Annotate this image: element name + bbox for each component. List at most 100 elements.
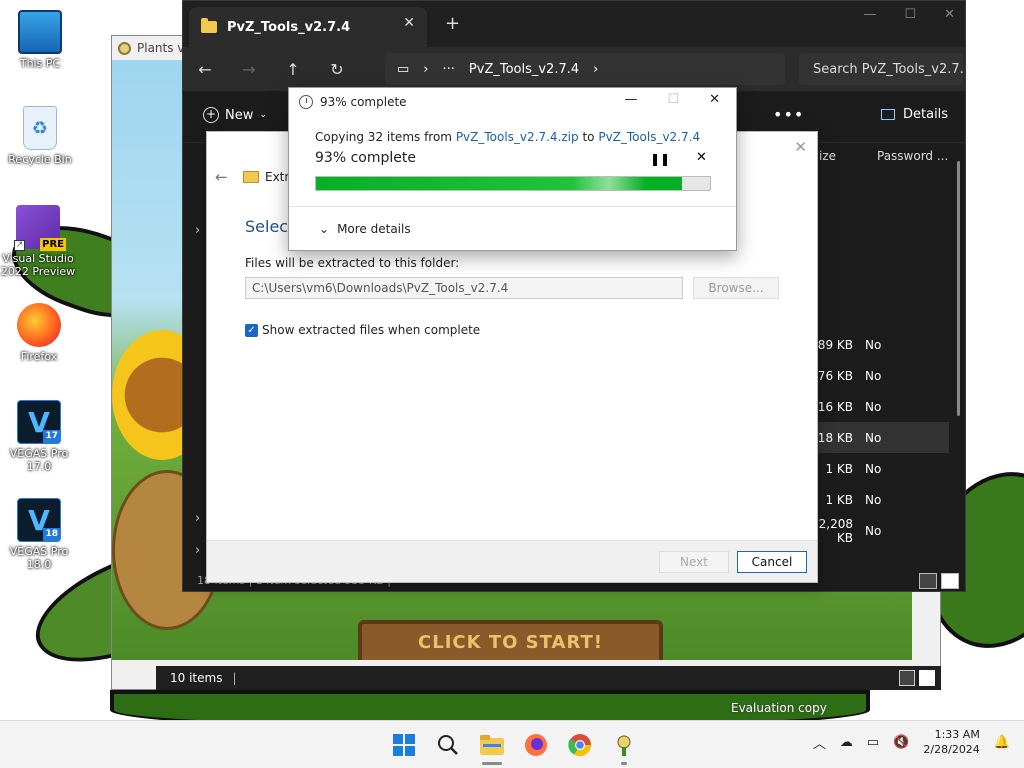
back-arrow-icon[interactable]: ← <box>215 168 228 186</box>
breadcrumb-ellipsis[interactable]: ··· <box>443 62 455 77</box>
file-row[interactable]: 16 KB No <box>803 391 949 422</box>
close-window-button[interactable]: ✕ <box>709 92 720 107</box>
destination-path-input[interactable]: C:\Users\vm6\Downloads\PvZ_Tools_v2.7.4 <box>245 277 683 299</box>
taskbar-clock[interactable]: 1:33 AM 2/28/2024 <box>923 727 979 757</box>
taskbar-firefox[interactable] <box>518 727 554 763</box>
back-arrow-icon[interactable]: ← <box>183 60 227 79</box>
maximize-button[interactable]: ☐ <box>904 7 916 22</box>
desktop-icon-vegas-17[interactable]: V 17 VEGAS Pro 17.0 <box>1 400 77 473</box>
chevron-up-icon[interactable]: ︿ <box>813 733 826 752</box>
new-button[interactable]: + New ⌄ <box>203 107 267 123</box>
network-off-icon[interactable]: ☁ <box>840 735 853 750</box>
vegas-icon: V 17 <box>17 400 61 444</box>
close-window-button[interactable]: ✕ <box>944 7 955 22</box>
copy-progress-dialog[interactable]: 93% complete — ☐ ✕ Copying 32 items from… <box>288 87 737 251</box>
column-password[interactable]: Password ... <box>877 149 948 167</box>
search-button[interactable] <box>430 727 466 763</box>
breadcrumb[interactable]: ▭ › ··· PvZ_Tools_v2.7.4 › <box>385 53 785 85</box>
plus-icon: + <box>203 107 219 123</box>
clock-date: 2/28/2024 <box>923 743 980 756</box>
desktop-icon-label: VEGAS Pro 17.0 <box>9 447 69 473</box>
progress-fill <box>316 177 683 190</box>
desktop-icon-label: Recycle Bin <box>8 153 72 166</box>
tab-bar: PvZ_Tools_v2.7.4 ✕ + — ☐ ✕ <box>183 1 965 47</box>
wizard-footer: Next Cancel <box>207 540 817 582</box>
status-separator: | <box>232 671 237 685</box>
desktop-icon-vegas-18[interactable]: V 18 VEGAS Pro 18.0 <box>1 498 77 571</box>
start-button[interactable] <box>386 727 422 763</box>
firefox-icon <box>525 734 547 756</box>
column-size[interactable]: ize <box>819 149 877 167</box>
close-icon[interactable]: ✕ <box>794 138 807 156</box>
tiles-view-button[interactable] <box>941 573 959 589</box>
file-row[interactable]: 176 KB No <box>803 360 949 391</box>
pvz-app-icon <box>617 735 631 756</box>
chevron-right-icon[interactable]: › <box>593 62 598 77</box>
destination-link[interactable]: PvZ_Tools_v2.7.4 <box>598 130 700 144</box>
file-row[interactable]: 1 KB No <box>803 453 949 484</box>
file-password: No <box>865 368 882 383</box>
progress-titlebar[interactable]: 93% complete — ☐ ✕ <box>289 88 736 116</box>
vegas-glyph: V <box>28 503 50 537</box>
close-tab-icon[interactable]: ✕ <box>403 15 415 31</box>
search-input[interactable]: Search PvZ_Tools_v2.7.4 <box>799 53 963 85</box>
tab-pvz-tools[interactable]: PvZ_Tools_v2.7.4 ✕ <box>189 7 427 47</box>
file-password: No <box>865 337 882 352</box>
cancel-button[interactable]: Cancel <box>737 551 807 573</box>
progress-title: 93% complete <box>320 95 407 109</box>
item-count: 10 items <box>170 671 223 685</box>
chevron-right-icon[interactable]: › <box>195 223 200 238</box>
maximize-button: ☐ <box>667 92 680 107</box>
file-row[interactable]: 318 KB No <box>803 422 949 453</box>
more-details-toggle[interactable]: ⌄ More details <box>319 222 411 236</box>
chevron-right-icon[interactable]: › <box>195 511 200 526</box>
minimize-button[interactable]: — <box>863 7 876 22</box>
browse-button[interactable]: Browse... <box>693 277 779 299</box>
desktop-icon-recycle-bin[interactable]: ♻ Recycle Bin <box>2 106 78 166</box>
next-button[interactable]: Next <box>659 551 729 573</box>
clock-time: 1:33 AM <box>934 728 980 741</box>
sunflower-icon <box>118 41 131 55</box>
forward-arrow-icon[interactable]: → <box>227 60 271 79</box>
zip-folder-icon <box>243 171 259 183</box>
file-row[interactable]: 1 KB No <box>803 484 949 515</box>
display-icon[interactable]: ▭ <box>867 735 879 750</box>
new-tab-button[interactable]: + <box>445 13 460 34</box>
progress-bar <box>315 176 711 191</box>
tiles-view-button[interactable] <box>919 670 935 686</box>
minimize-button[interactable]: — <box>624 92 637 107</box>
clock-icon <box>299 95 313 109</box>
details-pane-button[interactable]: Details <box>881 107 948 122</box>
pause-icon[interactable]: ❚❚ <box>650 152 670 166</box>
taskbar-pvz[interactable] <box>606 727 642 765</box>
scrollbar[interactable] <box>957 161 960 416</box>
preview-badge: PRE <box>40 238 66 251</box>
recycle-bin-icon: ♻ <box>23 106 57 150</box>
up-arrow-icon[interactable]: ↑ <box>271 60 315 79</box>
breadcrumb-current[interactable]: PvZ_Tools_v2.7.4 <box>469 62 579 77</box>
file-row[interactable]: 2,208 KB No <box>803 515 949 546</box>
click-to-start-sign[interactable]: CLICK TO START! <box>358 620 663 660</box>
chevron-right-icon[interactable]: › <box>195 543 200 558</box>
stop-icon[interactable]: ✕ <box>696 150 707 165</box>
checkmark-icon: ✓ <box>245 323 258 337</box>
chevron-down-icon: ⌄ <box>319 222 330 236</box>
file-row[interactable]: 789 KB No <box>803 329 949 360</box>
more-options-button[interactable]: ••• <box>773 105 804 124</box>
details-view-button[interactable] <box>919 573 937 589</box>
source-link[interactable]: PvZ_Tools_v2.7.4.zip <box>456 130 579 144</box>
click-to-start-text: CLICK TO START! <box>418 632 603 653</box>
show-files-checkbox[interactable]: ✓ Show extracted files when complete <box>245 323 480 337</box>
taskbar-chrome[interactable] <box>562 727 598 763</box>
volume-muted-icon[interactable]: 🔇 <box>893 735 909 750</box>
details-view-button[interactable] <box>899 670 915 686</box>
notification-bell-icon[interactable]: 🔔 <box>994 735 1010 750</box>
desktop-icon-this-pc[interactable]: This PC <box>2 10 78 70</box>
visual-studio-icon: PRE ↗ <box>14 205 66 251</box>
folder-icon <box>201 18 217 33</box>
taskbar-file-explorer[interactable] <box>474 727 510 765</box>
desktop-icon-visual-studio[interactable]: PRE ↗ Visual Studio 2022 Preview <box>0 205 76 278</box>
refresh-icon[interactable]: ↻ <box>315 60 359 79</box>
version-badge: 17 <box>43 430 60 443</box>
desktop-icon-firefox[interactable]: Firefox <box>1 303 77 363</box>
